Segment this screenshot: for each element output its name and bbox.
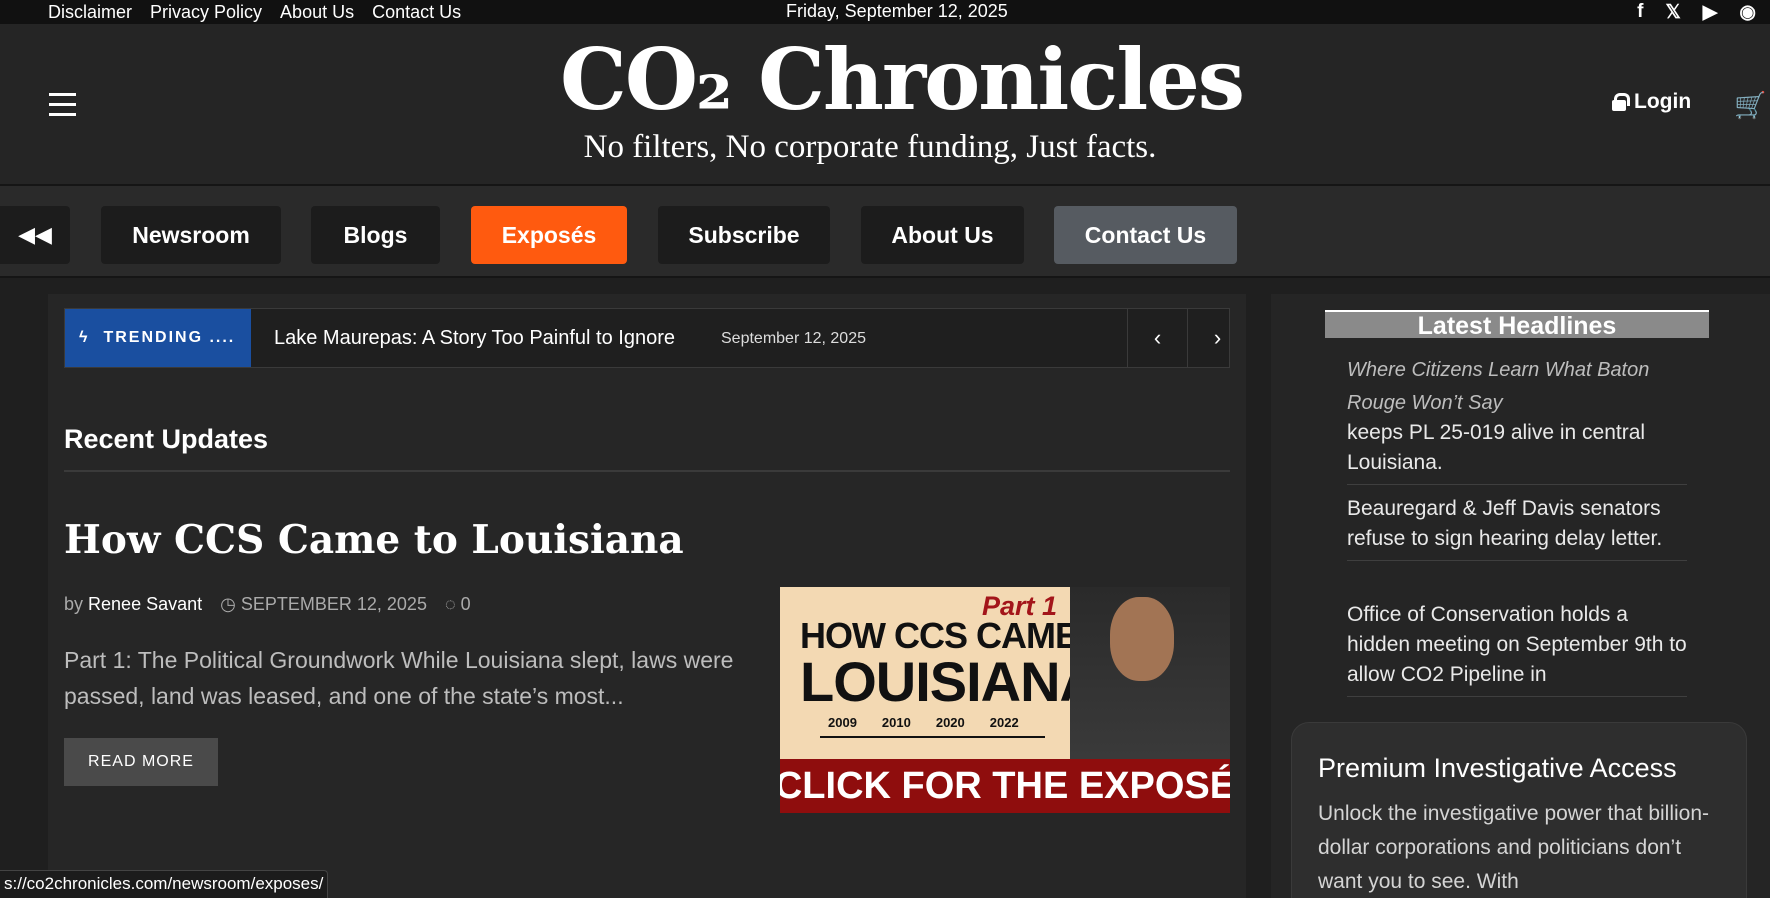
headline-item[interactable]: keeps PL 25-019 alive in central Louisia…: [1347, 418, 1687, 485]
trending-text: TRENDING ....: [103, 329, 236, 346]
sidebar: Latest Headlines Where Citizens Learn Wh…: [1271, 294, 1770, 898]
chevron-left-icon: ‹: [1153, 325, 1162, 350]
nav-back-button[interactable]: ◀◀: [0, 206, 70, 264]
top-link-privacy[interactable]: Privacy Policy: [150, 2, 262, 23]
post-comments[interactable]: ◌ 0: [445, 594, 471, 615]
nav-blogs[interactable]: Blogs: [311, 206, 440, 264]
logo-tagline: No filters, No corporate funding, Just f…: [583, 129, 1157, 165]
top-link-contact[interactable]: Contact Us: [372, 2, 461, 23]
post-title[interactable]: How CCS Came to Louisiana: [64, 516, 684, 564]
nav-subscribe[interactable]: Subscribe: [658, 206, 830, 264]
menu-icon[interactable]: [49, 93, 76, 116]
cart-icon[interactable]: 🛒: [1734, 90, 1766, 121]
sidebar-intro: Where Citizens Learn What Baton Rouge Wo…: [1347, 359, 1650, 414]
post-by: by: [64, 594, 84, 614]
nav-about[interactable]: About Us: [861, 206, 1024, 264]
top-link-disclaimer[interactable]: Disclaimer: [48, 2, 132, 23]
trending-headline[interactable]: Lake Maurepas: A Story Too Painful to Ig…: [274, 327, 675, 350]
top-date: Friday, September 12, 2025: [786, 1, 1008, 21]
top-link-about[interactable]: About Us: [280, 2, 354, 23]
clock-icon: ◷: [220, 594, 236, 614]
premium-body: Unlock the investigative power that bill…: [1318, 802, 1710, 893]
top-bar: Disclaimer Privacy Policy About Us Conta…: [0, 0, 1770, 24]
nav-exposes[interactable]: Exposés: [471, 206, 627, 264]
trending-date: September 12, 2025: [721, 330, 866, 347]
chevron-right-icon: ›: [1213, 325, 1222, 350]
headline-item[interactable]: Office of Conservation holds a hidden me…: [1347, 600, 1687, 697]
section-divider: [64, 470, 1230, 472]
top-links: Disclaimer Privacy Policy About Us Conta…: [48, 0, 461, 24]
image-timeline-years: 2009 2010 2020 2022: [828, 715, 1019, 730]
image-portrait: [1070, 587, 1230, 759]
premium-title: Premium Investigative Access: [1318, 753, 1677, 783]
rewind-icon: ◀◀: [18, 222, 52, 247]
logo-title: CO₂ Chronicles: [560, 30, 1245, 129]
bolt-icon: ϟ: [79, 329, 90, 346]
rss-icon[interactable]: ◉: [1739, 1, 1756, 24]
image-year: 2022: [989, 715, 1019, 730]
status-bar-url: s://co2chronicles.com/newsroom/exposes/: [0, 870, 329, 898]
social-links: f 𝕏 ▶ ◉: [1637, 0, 1756, 24]
post-author[interactable]: Renee Savant: [88, 594, 202, 614]
premium-access-card: Premium Investigative Access Unlock the …: [1291, 722, 1747, 898]
image-cta: CLICK FOR THE EXPOSÉ: [780, 759, 1230, 813]
trending-prev-button[interactable]: ‹: [1127, 309, 1187, 367]
post-date: SEPTEMBER 12, 2025: [240, 594, 427, 614]
main-nav: ◀◀ Newsroom Blogs Exposés Subscribe Abou…: [0, 184, 1770, 278]
main-content: ϟ TRENDING .... Lake Maurepas: A Story T…: [48, 294, 1246, 898]
headline-item[interactable]: Beauregard & Jeff Davis senators refuse …: [1347, 494, 1687, 561]
trending-next-button[interactable]: ›: [1187, 309, 1247, 367]
lock-icon: [1612, 93, 1630, 111]
x-icon[interactable]: 𝕏: [1665, 1, 1680, 24]
portrait-face: [1110, 597, 1174, 681]
nav-contact[interactable]: Contact Us: [1054, 206, 1237, 264]
nav-newsroom[interactable]: Newsroom: [101, 206, 281, 264]
image-year: 2009: [828, 715, 857, 730]
login-button[interactable]: Login: [1612, 90, 1691, 114]
read-more-button[interactable]: READ MORE: [64, 738, 218, 786]
image-timeline-line: [820, 736, 1045, 738]
post-meta: by Renee Savant ◷ SEPTEMBER 12, 2025 ◌ 0: [64, 594, 471, 615]
post-featured-image[interactable]: Part 1 HOW CCS CAME TO LOUISIANA 2009 20…: [780, 587, 1230, 813]
comment-icon: ◌: [444, 594, 456, 614]
sidebar-title: Latest Headlines: [1325, 310, 1709, 340]
comment-count: 0: [460, 594, 471, 614]
post-excerpt: Part 1: The Political Groundwork While L…: [64, 647, 734, 709]
image-headline-2: LOUISIANA: [800, 650, 1100, 713]
image-year: 2010: [881, 715, 911, 730]
headline-list: Where Citizens Learn What Baton Rouge Wo…: [1347, 346, 1687, 706]
section-title: Recent Updates: [64, 424, 269, 454]
login-label: Login: [1634, 90, 1692, 113]
facebook-icon[interactable]: f: [1637, 1, 1643, 23]
trending-label: ϟ TRENDING ....: [65, 309, 251, 367]
trending-ticker: ϟ TRENDING .... Lake Maurepas: A Story T…: [64, 308, 1230, 368]
site-header: CO₂ Chronicles No filters, No corporate …: [0, 24, 1770, 184]
image-year: 2020: [935, 715, 965, 730]
youtube-icon[interactable]: ▶: [1703, 1, 1718, 24]
site-logo[interactable]: CO₂ Chronicles No filters, No corporate …: [560, 30, 1245, 167]
